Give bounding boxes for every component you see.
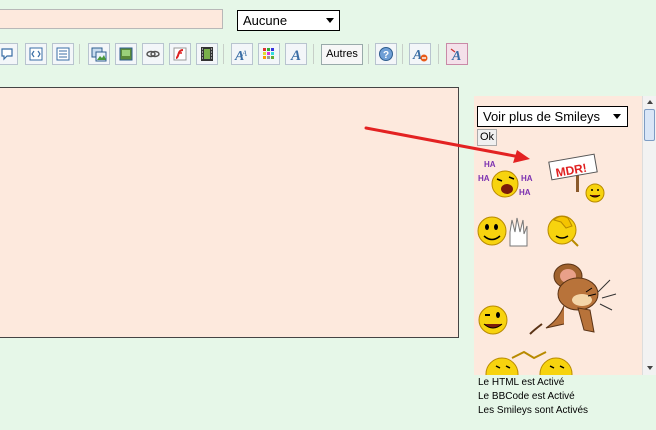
autres-button[interactable]: Autres bbox=[321, 44, 363, 65]
list-button[interactable] bbox=[52, 43, 74, 65]
scroll-up-arrow-icon[interactable] bbox=[644, 96, 656, 108]
clear-format-icon: A bbox=[412, 48, 428, 62]
image-icon bbox=[91, 47, 107, 62]
subject-input[interactable] bbox=[0, 9, 223, 29]
picture-icon bbox=[119, 47, 133, 61]
font-button[interactable]: A bbox=[285, 43, 307, 65]
smiley-jerry-mouse[interactable] bbox=[526, 262, 620, 338]
font-icon: A bbox=[290, 48, 301, 62]
color-button[interactable] bbox=[258, 43, 280, 65]
svg-text:A: A bbox=[290, 48, 301, 62]
preview-icon: A bbox=[450, 48, 461, 62]
quote-button[interactable] bbox=[0, 43, 18, 65]
smiley-mdr-sign[interactable]: MDR! bbox=[546, 150, 610, 206]
color-icon bbox=[263, 48, 274, 59]
bbcode-status-text: Le BBCode est Activé bbox=[478, 391, 575, 402]
help-icon: ? bbox=[379, 47, 393, 61]
smiley-hug[interactable] bbox=[482, 348, 578, 375]
picture-button[interactable] bbox=[115, 43, 137, 65]
svg-text:A: A bbox=[412, 48, 422, 62]
toolbar-separator bbox=[402, 44, 403, 64]
font-size-icon: AA bbox=[234, 49, 247, 62]
toolbar-separator bbox=[368, 44, 369, 64]
help-button[interactable]: ? bbox=[375, 43, 397, 65]
svg-text:?: ? bbox=[383, 50, 389, 61]
flash-icon bbox=[173, 47, 187, 61]
toolbar-separator bbox=[313, 44, 314, 64]
smiley-waving[interactable] bbox=[476, 210, 536, 252]
flash-button[interactable] bbox=[169, 43, 191, 65]
smiley-wink[interactable] bbox=[476, 300, 512, 338]
quote-icon bbox=[1, 48, 13, 61]
code-icon bbox=[29, 47, 43, 61]
link-button[interactable] bbox=[142, 43, 164, 65]
image-button[interactable] bbox=[88, 43, 110, 65]
chevron-down-icon bbox=[613, 114, 621, 119]
format-select[interactable]: Aucune bbox=[237, 10, 340, 31]
smiley-facepalm[interactable] bbox=[546, 210, 590, 252]
clear-format-button[interactable]: A bbox=[409, 43, 431, 65]
link-icon bbox=[146, 50, 160, 58]
scroll-down-arrow-icon[interactable] bbox=[644, 362, 656, 374]
format-select-value: Aucune bbox=[243, 13, 288, 28]
haha-text: HA bbox=[478, 174, 490, 183]
preview-button[interactable]: A bbox=[446, 43, 468, 65]
haha-text: HA bbox=[521, 174, 533, 183]
svg-text:A: A bbox=[241, 49, 247, 58]
toolbar-separator bbox=[79, 44, 80, 64]
video-button[interactable] bbox=[196, 43, 218, 65]
code-button[interactable] bbox=[25, 43, 47, 65]
html-status-text: Le HTML est Activé bbox=[478, 377, 565, 388]
smileys-status-text: Les Smileys sont Activés bbox=[478, 405, 589, 416]
haha-text: HA bbox=[519, 188, 531, 197]
smiley-scrollbar[interactable] bbox=[642, 96, 656, 375]
list-icon bbox=[56, 47, 70, 61]
video-icon bbox=[201, 47, 213, 61]
annotation-arrow bbox=[364, 126, 530, 163]
chevron-down-icon bbox=[326, 18, 334, 23]
font-size-button[interactable]: AA bbox=[231, 43, 253, 65]
toolbar-separator bbox=[438, 44, 439, 64]
toolbar-separator bbox=[223, 44, 224, 64]
scroll-thumb[interactable] bbox=[644, 109, 655, 141]
